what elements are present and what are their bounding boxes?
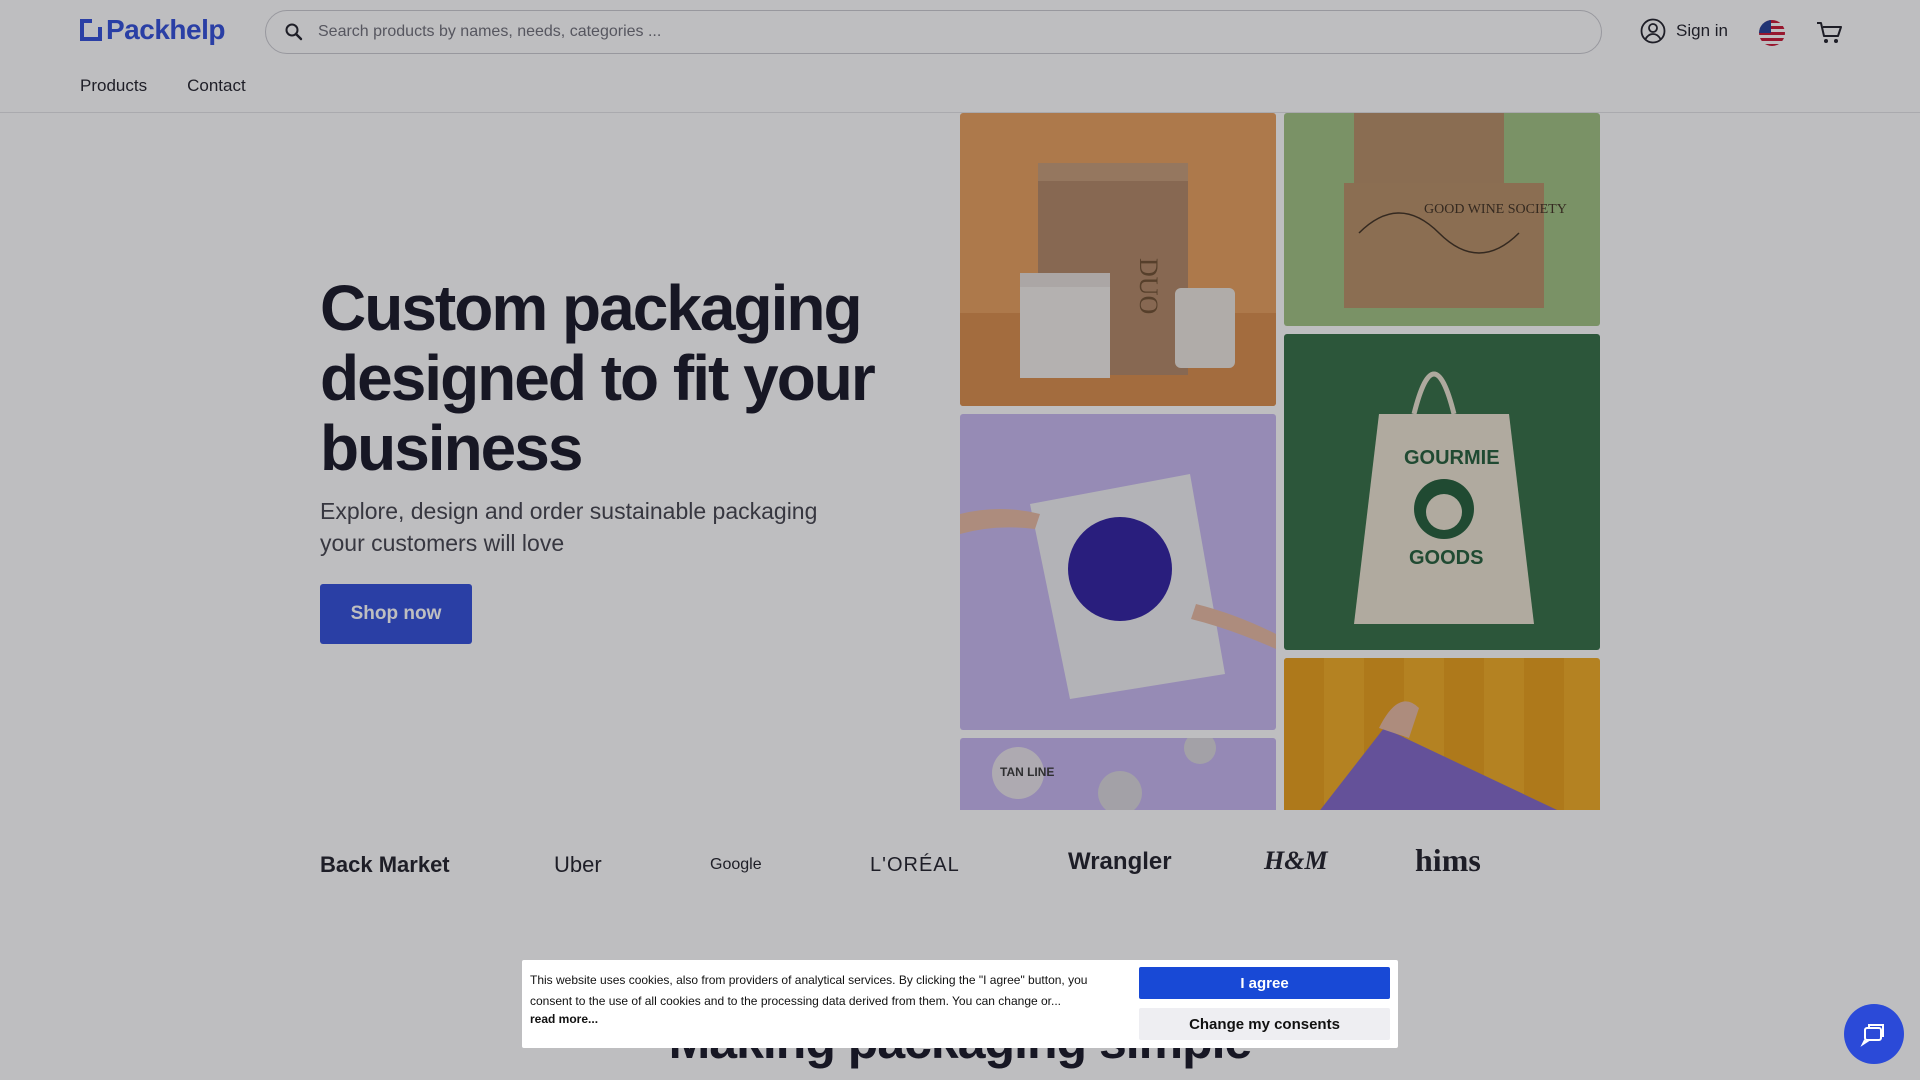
chat-button[interactable] (1844, 1004, 1904, 1064)
change-consents-button[interactable]: Change my consents (1139, 1008, 1390, 1040)
cookie-overlay (0, 0, 1920, 1080)
chat-icon (1860, 1024, 1884, 1047)
cookie-read-more-link[interactable]: read more... (530, 1012, 598, 1026)
agree-button[interactable]: I agree (1139, 967, 1390, 999)
cookie-consent-dialog: This website uses cookies, also from pro… (522, 960, 1398, 1048)
cookie-text: This website uses cookies, also from pro… (530, 973, 1088, 1008)
